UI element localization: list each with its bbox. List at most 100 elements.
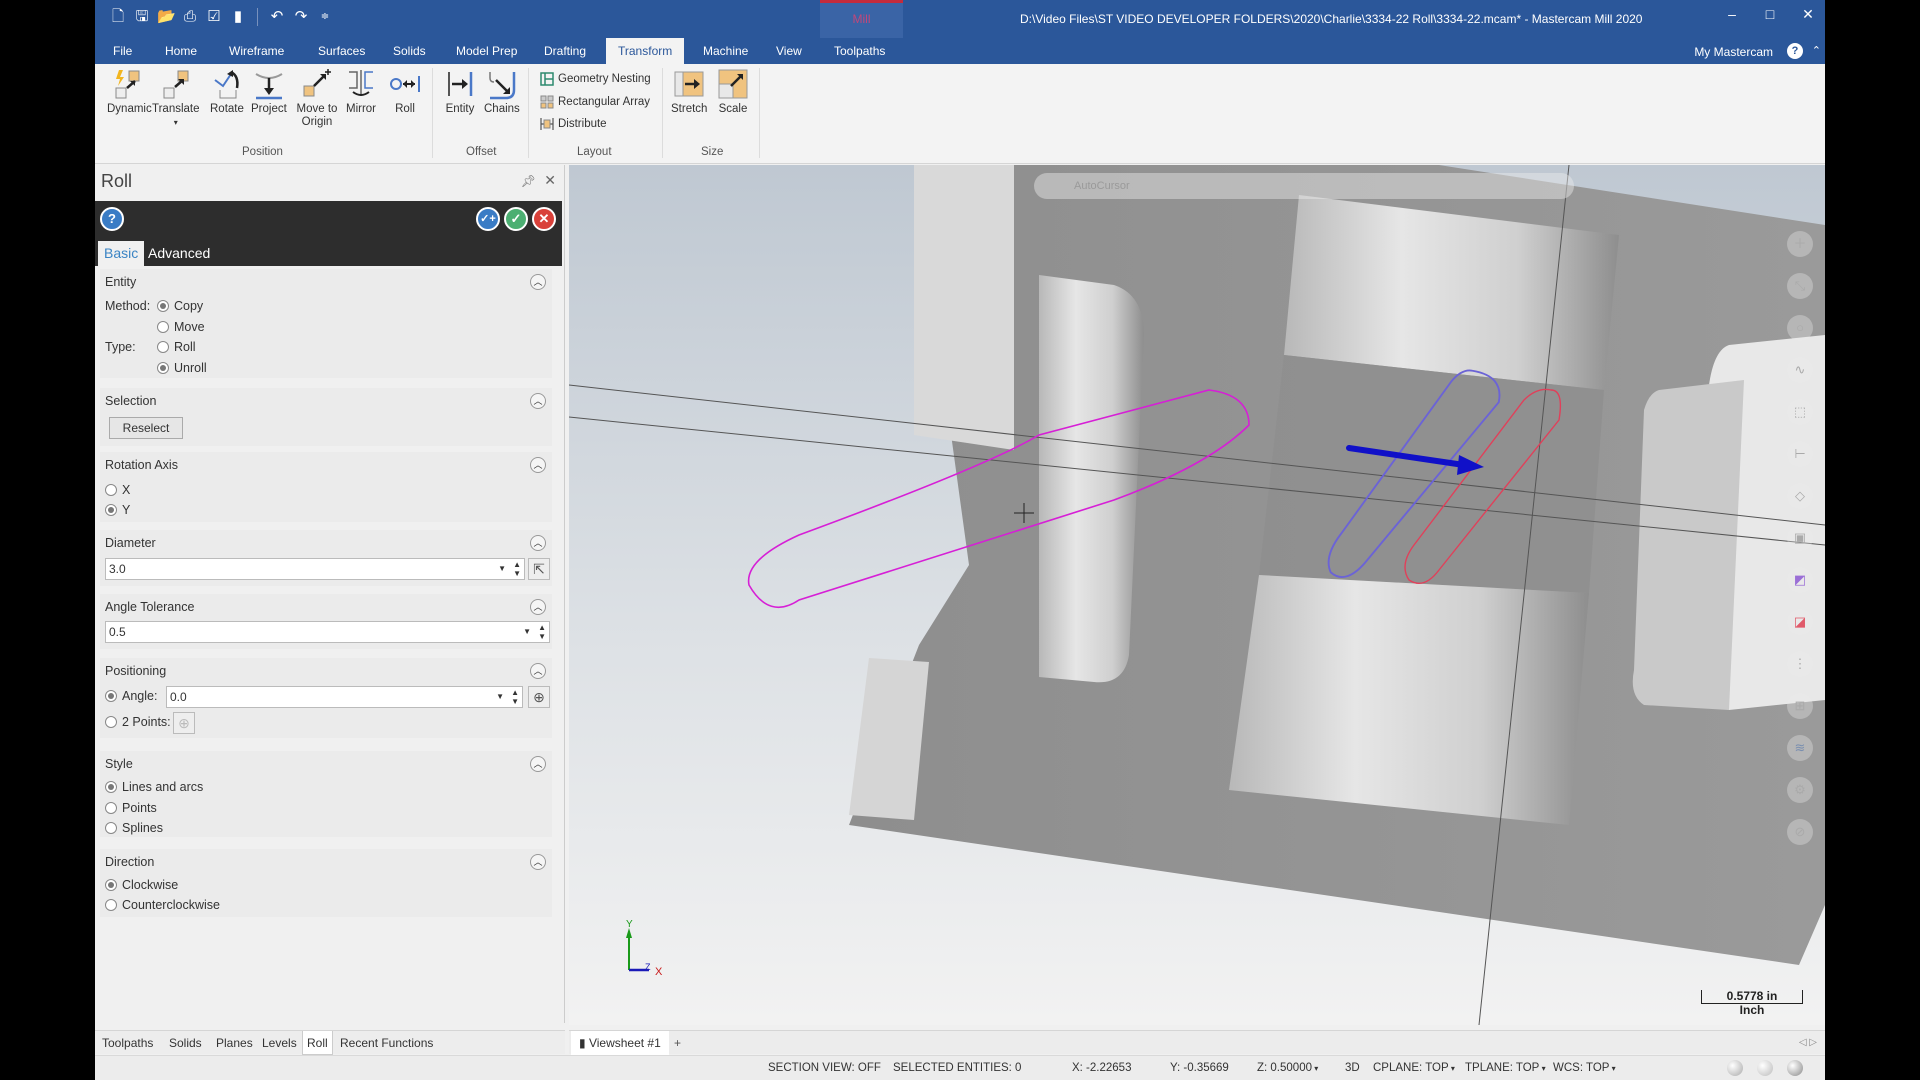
collapse-icon[interactable]: ︿	[530, 756, 546, 772]
tab-toolpaths[interactable]: Toolpaths	[822, 38, 897, 64]
collapse-icon[interactable]: ︿	[530, 854, 546, 870]
viewsheet-tab[interactable]: ▮ Viewsheet #1	[571, 1031, 669, 1055]
section-view-status[interactable]: SECTION VIEW: OFF	[768, 1062, 881, 1074]
customize-qat-icon[interactable]: ≑	[316, 8, 334, 26]
ok-button[interactable]: ✓	[504, 207, 528, 231]
undo-icon[interactable]: ↶	[268, 8, 286, 26]
3d-mode-toggle[interactable]: 3D	[1345, 1062, 1360, 1074]
my-mastercam-link[interactable]: My Mastercam	[1694, 45, 1773, 59]
shaded-icon[interactable]	[1757, 1060, 1773, 1076]
method-move-radio[interactable]: Move	[157, 320, 205, 334]
tab-wireframe[interactable]: Wireframe	[217, 38, 296, 64]
geometry-nesting-button[interactable]: Geometry Nesting	[540, 72, 651, 86]
spinner-icon[interactable]: ▲ ▼	[538, 623, 546, 641]
tab-machine[interactable]: Machine	[691, 38, 760, 64]
offset-entity-button[interactable]: Entity	[444, 68, 476, 116]
minimize-button[interactable]: –	[1723, 6, 1741, 23]
axis-y-radio[interactable]: Y	[105, 503, 130, 517]
help-icon[interactable]: ?	[1787, 43, 1803, 59]
ok-and-create-new-button[interactable]: ✓+	[476, 207, 500, 231]
panel-close-icon[interactable]: ✕	[544, 172, 556, 189]
offset-chains-button[interactable]: Chains	[484, 68, 520, 116]
tplane-dropdown[interactable]: TPLANE: TOP	[1465, 1062, 1546, 1074]
scale-button[interactable]: Scale	[717, 68, 749, 116]
cplane-dropdown[interactable]: CPLANE: TOP	[1373, 1062, 1455, 1074]
attributes-icon[interactable]: ⋮	[1787, 651, 1813, 677]
style-lines-arcs-radio[interactable]: Lines and arcs	[105, 780, 203, 794]
axis-x-radio[interactable]: X	[105, 483, 130, 497]
solid-icon[interactable]: ▣	[1787, 525, 1813, 551]
surface-icon[interactable]: ◇	[1787, 483, 1813, 509]
collapse-icon[interactable]: ︿	[530, 599, 546, 615]
help-button[interactable]: ?	[100, 207, 124, 231]
redo-icon[interactable]: ↷	[292, 8, 310, 26]
direction-counterclockwise-radio[interactable]: Counterclockwise	[105, 898, 220, 912]
select-points-crosshair-icon[interactable]: ⊕	[173, 712, 195, 734]
dimension-icon[interactable]: ⊢	[1787, 441, 1813, 467]
dropdown-arrow-icon[interactable]: ▼	[523, 622, 531, 642]
spinner-icon[interactable]: ▲ ▼	[513, 560, 521, 578]
distribute-button[interactable]: Distribute	[540, 117, 607, 131]
spline-tool-icon[interactable]: ∿	[1787, 357, 1813, 383]
dynamic-button[interactable]: Dynamic	[107, 68, 152, 116]
type-unroll-radio[interactable]: Unroll	[157, 361, 207, 375]
merge-icon[interactable]: ▮	[229, 8, 247, 26]
close-button[interactable]: ✕	[1799, 6, 1817, 23]
direction-clockwise-radio[interactable]: Clockwise	[105, 878, 178, 892]
cancel-icon[interactable]: ⊘	[1787, 819, 1813, 845]
diameter-input[interactable]: 3.0 ▼ ▲ ▼	[105, 558, 525, 580]
tab-view[interactable]: View	[764, 38, 814, 64]
print-icon[interactable]: ⎙	[181, 8, 199, 26]
tab-planes-manager[interactable]: Planes	[212, 1031, 257, 1055]
tab-advanced[interactable]: Advanced	[142, 241, 216, 266]
rotate-button[interactable]: Rotate	[210, 68, 244, 116]
wireframe-shading-icon[interactable]	[1727, 1060, 1743, 1076]
add-viewsheet-button[interactable]: +	[674, 1031, 681, 1055]
save-icon[interactable]: 🖫	[133, 8, 151, 26]
mirror-button[interactable]: Mirror	[345, 68, 377, 116]
tab-roll-manager[interactable]: Roll	[302, 1031, 333, 1055]
positioning-angle-radio[interactable]: Angle:	[105, 689, 157, 703]
rectangular-array-button[interactable]: Rectangular Array	[540, 95, 650, 109]
positioning-angle-input[interactable]: 0.0 ▼ ▲ ▼	[166, 686, 523, 708]
spinner-icon[interactable]: ▲ ▼	[511, 688, 519, 706]
tab-model-prep[interactable]: Model Prep	[444, 38, 529, 64]
method-copy-radio[interactable]: Copy	[157, 299, 203, 313]
crosshair-tool-icon[interactable]: ＋	[1787, 231, 1813, 257]
pin-icon[interactable]: 📌︎	[521, 174, 536, 188]
line-tool-icon[interactable]: ⤡	[1787, 273, 1813, 299]
open-icon[interactable]: 📂	[157, 8, 176, 26]
view-cube-icon[interactable]: ⬚	[1787, 399, 1813, 425]
tab-home[interactable]: Home	[153, 38, 209, 64]
circle-tool-icon[interactable]: ○	[1787, 315, 1813, 341]
cancel-button[interactable]: ✕	[532, 207, 556, 231]
shaded-edges-icon[interactable]	[1787, 1060, 1803, 1076]
tab-toolpaths-manager[interactable]: Toolpaths	[98, 1031, 157, 1055]
tab-surfaces[interactable]: Surfaces	[306, 38, 377, 64]
layers-icon[interactable]: ≋	[1787, 735, 1813, 761]
angle-tolerance-input[interactable]: 0.5 ▼ ▲ ▼	[105, 621, 550, 643]
tab-solids[interactable]: Solids	[381, 38, 438, 64]
wcs-dropdown[interactable]: WCS: TOP	[1553, 1062, 1616, 1074]
collapse-icon[interactable]: ︿	[530, 535, 546, 551]
project-button[interactable]: Project	[251, 68, 287, 116]
save-as-icon[interactable]: ☑	[205, 8, 223, 26]
dropdown-arrow-icon[interactable]: ▼	[496, 687, 504, 707]
positioning-two-points-radio[interactable]: 2 Points:	[105, 715, 171, 729]
roll-button[interactable]: Roll	[389, 68, 421, 116]
level-color-icon[interactable]: ◩	[1787, 567, 1813, 593]
tab-recent-functions[interactable]: Recent Functions	[336, 1031, 437, 1055]
tab-levels-manager[interactable]: Levels	[258, 1031, 301, 1055]
type-roll-radio[interactable]: Roll	[157, 340, 196, 354]
select-diameter-icon[interactable]: ⇱	[528, 558, 550, 580]
maximize-button[interactable]: □	[1761, 6, 1779, 23]
translate-button[interactable]: Translate ▾	[152, 68, 200, 129]
style-points-radio[interactable]: Points	[105, 801, 157, 815]
style-splines-radio[interactable]: Splines	[105, 821, 163, 835]
move-to-origin-button[interactable]: Move to Origin	[292, 68, 342, 129]
tab-solids-manager[interactable]: Solids	[165, 1031, 206, 1055]
entity-color-icon[interactable]: ◪	[1787, 609, 1813, 635]
collapse-icon[interactable]: ︿	[530, 457, 546, 473]
collapse-icon[interactable]: ︿	[530, 393, 546, 409]
dropdown-arrow-icon[interactable]: ▼	[498, 559, 506, 579]
